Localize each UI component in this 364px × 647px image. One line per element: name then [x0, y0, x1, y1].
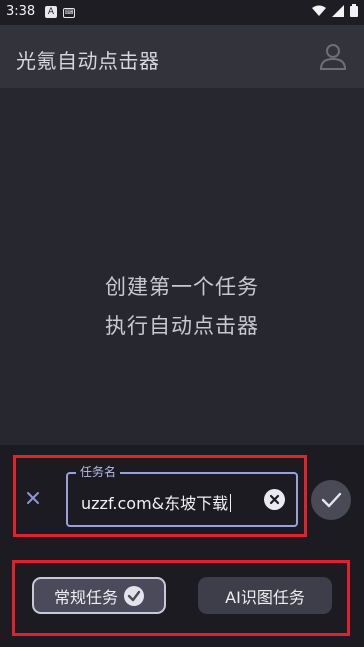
task-type-ai-chip[interactable]: AI识图任务 [198, 577, 332, 614]
clear-button[interactable] [264, 489, 285, 510]
android-icon: A [45, 6, 57, 18]
keyboard-icon: ⌨ [63, 8, 75, 18]
task-type-ai-label: AI识图任务 [225, 587, 305, 607]
task-type-regular-chip[interactable]: 常规任务 [32, 577, 166, 614]
close-icon[interactable] [24, 489, 42, 507]
task-name-text: uzzf.com&东坡下载 [81, 494, 229, 513]
app-bar: 光氪自动点击器 [0, 25, 364, 88]
clear-icon [269, 494, 280, 505]
confirm-button[interactable] [311, 480, 351, 520]
system-icons [312, 4, 358, 17]
empty-state-line-2: 执行自动点击器 [105, 314, 259, 338]
task-type-regular-label: 常规任务 [53, 587, 118, 607]
text-caret [230, 494, 232, 512]
wifi-icon [312, 5, 326, 16]
status-time: 3:38 [6, 4, 36, 19]
empty-state-line-1: 创建第一个任务 [105, 275, 259, 299]
app-title: 光氪自动点击器 [16, 49, 160, 73]
empty-state: 创建第一个任务 执行自动点击器 [0, 88, 364, 445]
user-icon[interactable] [318, 41, 348, 71]
selected-check-icon [124, 585, 144, 606]
task-name-value[interactable]: uzzf.com&东坡下载 [81, 490, 232, 514]
task-name-label: 任务名 [76, 463, 121, 480]
signal-icon [332, 4, 344, 17]
check-icon [321, 492, 342, 508]
status-bar: 3:38 A ⌨ [0, 0, 364, 25]
battery-icon [350, 4, 358, 17]
